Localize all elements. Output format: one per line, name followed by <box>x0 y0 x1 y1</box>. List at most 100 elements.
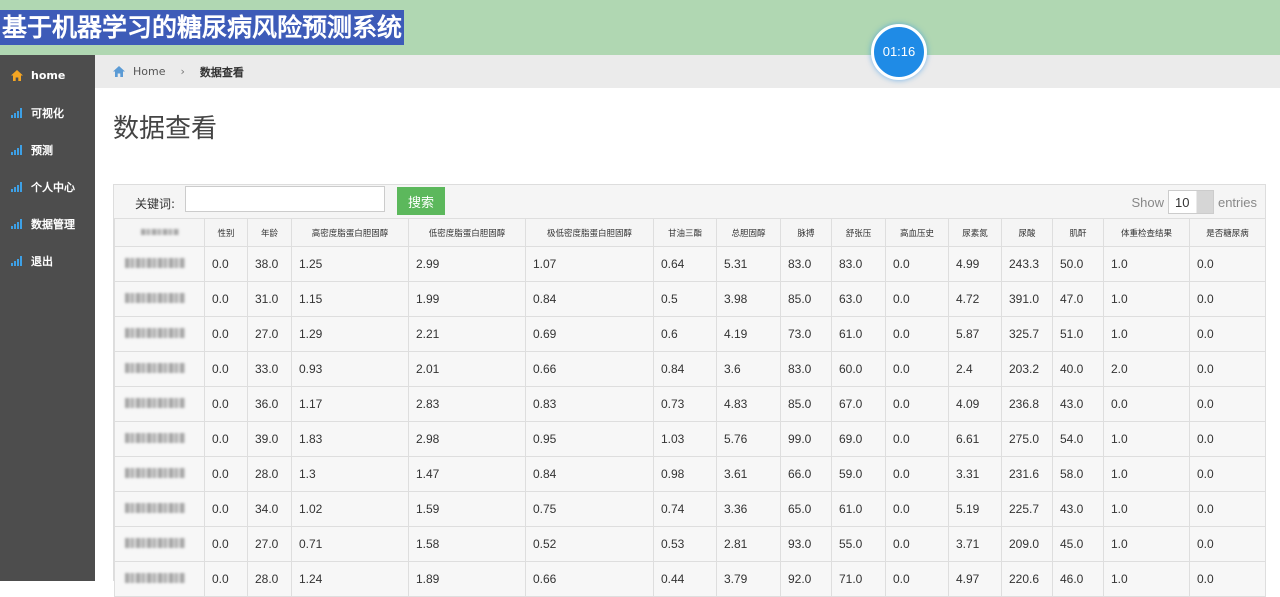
table-cell: 1.0 <box>1103 491 1190 527</box>
table-cell: 203.2 <box>1001 351 1053 387</box>
table-cell: 0.52 <box>525 526 654 562</box>
table-cell: 3.31 <box>948 456 1002 492</box>
table-row[interactable]: 0.0 28.0 1.3 1.47 0.84 0.98 3.61 66.0 59.0 0.0 3.3… <box>114 456 1266 492</box>
search-button[interactable]: 搜索 <box>397 187 445 215</box>
table-cell: 85.0 <box>780 281 832 317</box>
table-cell: 231.6 <box>1001 456 1053 492</box>
sidebar-item-personal-center[interactable]: 个人中心 <box>0 168 95 205</box>
table-cell: 63.0 <box>831 281 886 317</box>
sidebar-item-logout[interactable]: 退出 <box>0 242 95 279</box>
table-cell: 1.02 <box>291 491 409 527</box>
table-cell: 0.74 <box>653 491 717 527</box>
app-title: 基于机器学习的糖尿病风险预测系统 <box>0 10 405 45</box>
table-cell: 0.0 <box>885 386 949 422</box>
redacted-name-cell <box>114 526 205 562</box>
sidebar-item-data-management[interactable]: 数据管理 <box>0 205 95 242</box>
table-row[interactable]: 0.0 27.0 0.71 1.58 0.52 0.53 2.81 93.0 55.0 0.0 3.… <box>114 526 1266 562</box>
bar-chart-icon <box>11 181 23 192</box>
table-cell: 2.01 <box>408 351 526 387</box>
table-cell: 0.0 <box>204 351 248 387</box>
table-row[interactable]: 0.0 28.0 1.24 1.89 0.66 0.44 3.79 92.0 71.0 0.0 4.… <box>114 561 1266 597</box>
column-header[interactable]: 肌酐 <box>1052 218 1104 247</box>
table-row[interactable]: 0.0 27.0 1.29 2.21 0.69 0.6 4.19 73.0 61.0 0.0 5.8… <box>114 316 1266 352</box>
table-cell: 0.0 <box>885 246 949 282</box>
column-header[interactable]: 甘油三酯 <box>653 218 717 247</box>
table-cell: 0.0 <box>885 281 949 317</box>
table-cell: 0.0 <box>1189 421 1266 457</box>
table-cell: 3.36 <box>716 491 781 527</box>
redacted-name-cell <box>114 386 205 422</box>
table-cell: 93.0 <box>780 526 832 562</box>
column-header[interactable]: 是否糖尿病 <box>1189 218 1266 247</box>
redacted-name-cell <box>114 246 205 282</box>
column-header[interactable]: 尿素氮 <box>948 218 1002 247</box>
redacted-name <box>125 433 185 443</box>
redacted-name <box>125 503 185 513</box>
column-header[interactable]: 脉搏 <box>780 218 832 247</box>
table-cell: 391.0 <box>1001 281 1053 317</box>
home-icon[interactable] <box>113 66 125 77</box>
column-header[interactable]: 年龄 <box>247 218 292 247</box>
table-cell: 0.0 <box>204 246 248 282</box>
redacted-name-cell <box>114 351 205 387</box>
table-cell: 2.0 <box>1103 351 1190 387</box>
table-cell: 1.0 <box>1103 561 1190 597</box>
sidebar-item-visualization[interactable]: 可视化 <box>0 94 95 131</box>
table-row[interactable]: 0.0 33.0 0.93 2.01 0.66 0.84 3.6 83.0 60.0 0.0 2.4… <box>114 351 1266 387</box>
table-row[interactable]: 0.0 34.0 1.02 1.59 0.75 0.74 3.36 65.0 61.0 0.0 5.… <box>114 491 1266 527</box>
table-cell: 2.21 <box>408 316 526 352</box>
table-cell: 71.0 <box>831 561 886 597</box>
table-row[interactable]: 0.0 36.0 1.17 2.83 0.83 0.73 4.83 85.0 67.0 0.0 4.… <box>114 386 1266 422</box>
table-cell: 4.09 <box>948 386 1002 422</box>
table-cell: 275.0 <box>1001 421 1053 457</box>
table-cell: 5.76 <box>716 421 781 457</box>
top-header-bar: 基于机器学习的糖尿病风险预测系统 <box>0 0 1280 55</box>
table-cell: 4.99 <box>948 246 1002 282</box>
table-cell: 0.93 <box>291 351 409 387</box>
table-cell: 45.0 <box>1052 526 1104 562</box>
page-title: 数据查看 <box>113 114 218 144</box>
search-label: 关键词: <box>135 197 176 211</box>
table-cell: 0.0 <box>1189 456 1266 492</box>
table-cell: 0.0 <box>204 281 248 317</box>
table-cell: 0.71 <box>291 526 409 562</box>
breadcrumb-home-link[interactable]: Home <box>133 65 165 78</box>
table-cell: 33.0 <box>247 351 292 387</box>
table-cell: 92.0 <box>780 561 832 597</box>
table-cell: 83.0 <box>780 246 832 282</box>
table-cell: 1.0 <box>1103 246 1190 282</box>
table-cell: 0.0 <box>1103 386 1190 422</box>
column-header-name[interactable] <box>114 218 205 247</box>
page-size-select[interactable]: 10 <box>1167 190 1214 214</box>
sidebar-item-predict[interactable]: 预测 <box>0 131 95 168</box>
search-input[interactable] <box>185 186 385 212</box>
table-cell: 0.44 <box>653 561 717 597</box>
table-cell: 0.84 <box>653 351 717 387</box>
sidebar-item-home[interactable]: home <box>0 57 95 94</box>
table-cell: 0.84 <box>525 456 654 492</box>
table-cell: 0.0 <box>204 421 248 457</box>
column-header[interactable]: 极低密度脂蛋白胆固醇 <box>525 218 654 247</box>
table-cell: 5.19 <box>948 491 1002 527</box>
redacted-name <box>125 398 185 408</box>
table-row[interactable]: 0.0 39.0 1.83 2.98 0.95 1.03 5.76 99.0 69.0 0.0 6.… <box>114 421 1266 457</box>
table-cell: 2.83 <box>408 386 526 422</box>
table-cell: 0.0 <box>1189 246 1266 282</box>
column-header[interactable]: 体重检查结果 <box>1103 218 1190 247</box>
column-header[interactable]: 高密度脂蛋白胆固醇 <box>291 218 409 247</box>
column-header[interactable]: 尿酸 <box>1001 218 1053 247</box>
table-row[interactable]: 0.0 38.0 1.25 2.99 1.07 0.64 5.31 83.0 83.0 0.0 4.… <box>114 246 1266 282</box>
column-header[interactable]: 舒张压 <box>831 218 886 247</box>
column-header[interactable]: 性别 <box>204 218 248 247</box>
table-cell: 40.0 <box>1052 351 1104 387</box>
table-cell: 2.81 <box>716 526 781 562</box>
table-cell: 1.25 <box>291 246 409 282</box>
column-header[interactable]: 总胆固醇 <box>716 218 781 247</box>
table-cell: 4.19 <box>716 316 781 352</box>
redacted-name-cell <box>114 561 205 597</box>
column-header[interactable]: 低密度脂蛋白胆固醇 <box>408 218 526 247</box>
bar-chart-icon <box>11 255 23 266</box>
table-row[interactable]: 0.0 31.0 1.15 1.99 0.84 0.5 3.98 85.0 63.0 0.0 4.7… <box>114 281 1266 317</box>
column-header[interactable]: 高血压史 <box>885 218 949 247</box>
table-cell: 0.0 <box>1189 281 1266 317</box>
